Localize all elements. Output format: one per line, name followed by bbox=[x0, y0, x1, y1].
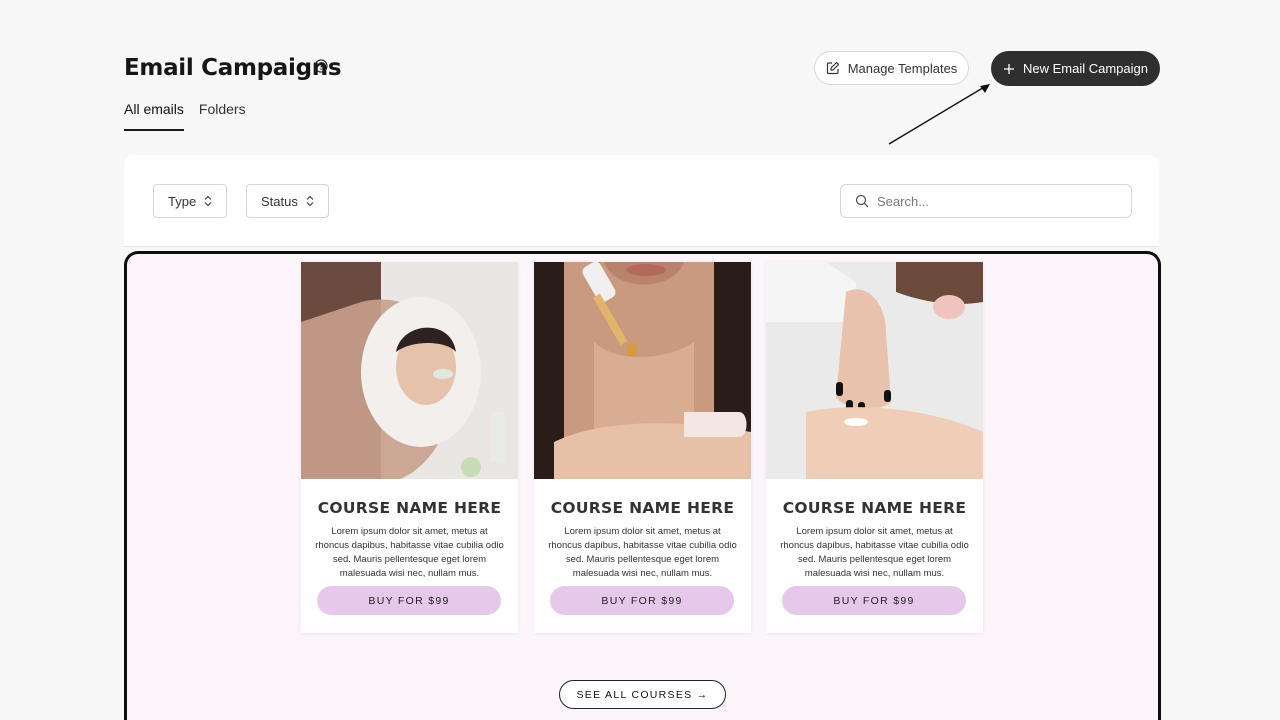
woman-mirror-photo bbox=[301, 262, 518, 479]
course-description: Lorem ipsum dolor sit amet, metus at rho… bbox=[315, 526, 504, 579]
chevron-up-down-icon bbox=[204, 195, 212, 207]
course-card: COURSE NAME HERE Lorem ipsum dolor sit a… bbox=[766, 262, 983, 633]
tab-folders[interactable]: Folders bbox=[199, 101, 246, 131]
edit-icon bbox=[826, 61, 839, 75]
search-box bbox=[840, 184, 1132, 218]
buy-course-button[interactable]: BUY FOR $99 bbox=[550, 586, 734, 615]
course-title: COURSE NAME HERE bbox=[550, 499, 735, 517]
buy-course-button[interactable]: BUY FOR $99 bbox=[317, 586, 501, 615]
course-description: Lorem ipsum dolor sit amet, metus at rho… bbox=[548, 526, 737, 579]
course-title: COURSE NAME HERE bbox=[782, 499, 967, 517]
manage-templates-label: Manage Templates bbox=[847, 60, 958, 76]
buy-course-button[interactable]: BUY FOR $99 bbox=[782, 586, 966, 615]
new-email-campaign-button[interactable]: New Email Campaign bbox=[991, 51, 1160, 86]
annotation-arrow-icon bbox=[888, 84, 990, 145]
course-card: COURSE NAME HERE Lorem ipsum dolor sit a… bbox=[534, 262, 751, 633]
see-all-courses-button[interactable]: SEE ALL COURSES → bbox=[559, 680, 726, 709]
tab-all-emails[interactable]: All emails bbox=[124, 101, 184, 131]
search-icon bbox=[855, 194, 869, 208]
cream-on-arm-photo bbox=[766, 262, 983, 479]
search-input[interactable] bbox=[877, 193, 1117, 209]
filter-panel: Type Status bbox=[124, 155, 1159, 247]
status-filter-label: Status bbox=[261, 193, 298, 209]
email-preview: COURSE NAME HERE Lorem ipsum dolor sit a… bbox=[124, 251, 1161, 720]
type-filter-label: Type bbox=[168, 193, 197, 209]
new-email-campaign-label: New Email Campaign bbox=[1023, 61, 1148, 76]
course-description: Lorem ipsum dolor sit amet, metus at rho… bbox=[780, 526, 969, 579]
serum-dropper-photo bbox=[534, 262, 751, 479]
plus-icon bbox=[1004, 63, 1014, 74]
chevron-up-down-icon bbox=[306, 195, 314, 207]
status-filter-dropdown[interactable]: Status bbox=[246, 184, 329, 218]
course-title: COURSE NAME HERE bbox=[317, 499, 502, 517]
type-filter-dropdown[interactable]: Type bbox=[153, 184, 228, 218]
help-circle-icon[interactable] bbox=[314, 59, 328, 73]
tab-bar: All emails Folders bbox=[124, 101, 261, 131]
page-title: Email Campaigns bbox=[124, 55, 342, 81]
course-card: COURSE NAME HERE Lorem ipsum dolor sit a… bbox=[301, 262, 518, 633]
